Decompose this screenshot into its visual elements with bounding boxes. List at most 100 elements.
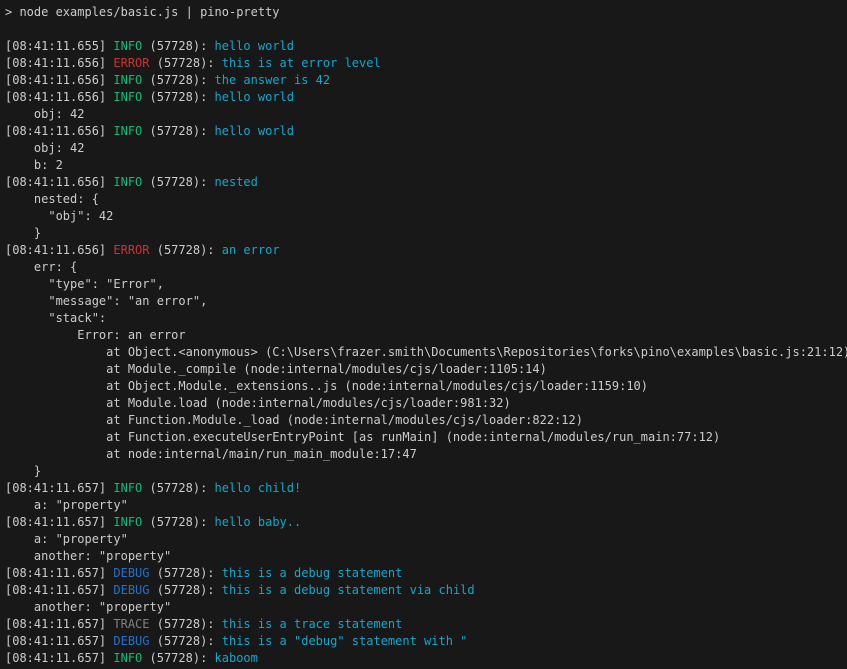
log-pid: (57728): (150, 566, 222, 580)
log-detail-line: at Module._compile (node:internal/module… (5, 361, 847, 378)
log-line: [08:41:11.656] INFO (57728): hello world (5, 89, 847, 106)
log-timestamp: [08:41:11.656] (5, 56, 113, 70)
log-detail-text: b: 2 (5, 158, 63, 172)
log-detail-line: another: "property" (5, 548, 847, 565)
log-timestamp: [08:41:11.657] (5, 634, 113, 648)
log-line: [08:41:11.657] DEBUG (57728): this is a … (5, 565, 847, 582)
log-line: [08:41:11.657] INFO (57728): hello child… (5, 480, 847, 497)
log-timestamp: [08:41:11.656] (5, 124, 113, 138)
log-message: this is a debug statement via child (222, 583, 475, 597)
log-pid: (57728): (150, 56, 222, 70)
log-message: this is a trace statement (222, 617, 403, 631)
log-detail-line: at Function.Module._load (node:internal/… (5, 412, 847, 429)
log-detail-text: obj: 42 (5, 141, 84, 155)
log-pid: (57728): (142, 39, 214, 53)
log-timestamp: [08:41:11.657] (5, 583, 113, 597)
log-line: [08:41:11.655] INFO (57728): hello world (5, 38, 847, 55)
log-detail-line: at Object.<anonymous> (C:\Users\frazer.s… (5, 344, 847, 361)
log-pid: (57728): (142, 481, 214, 495)
log-detail-line: Error: an error (5, 327, 847, 344)
log-line: [08:41:11.656] ERROR (57728): an error (5, 242, 847, 259)
log-pid: (57728): (150, 243, 222, 257)
log-detail-line: at Function.executeUserEntryPoint [as ru… (5, 429, 847, 446)
log-line: [08:41:11.657] INFO (57728): kaboom (5, 650, 847, 667)
log-message: hello baby.. (215, 515, 302, 529)
log-level: INFO (113, 651, 142, 665)
log-detail-text: "message": "an error", (5, 294, 207, 308)
log-detail-text: a: "property" (5, 498, 128, 512)
log-detail-line: } (5, 225, 847, 242)
log-detail-line: b: 2 (5, 157, 847, 174)
log-pid: (57728): (142, 651, 214, 665)
log-line: [08:41:11.656] INFO (57728): hello world (5, 123, 847, 140)
log-message: kaboom (215, 651, 258, 665)
log-detail-line: "type": "Error", (5, 276, 847, 293)
log-pid: (57728): (150, 583, 222, 597)
log-level: DEBUG (113, 566, 149, 580)
log-message: the answer is 42 (215, 73, 331, 87)
log-line: [08:41:11.657] TRACE (57728): this is a … (5, 616, 847, 633)
log-message: hello world (215, 124, 294, 138)
log-detail-text: at Object.Module._extensions..js (node:i… (5, 379, 648, 393)
log-level: INFO (113, 124, 142, 138)
log-level: DEBUG (113, 634, 149, 648)
log-line: [08:41:11.656] ERROR (57728): this is at… (5, 55, 847, 72)
log-timestamp: [08:41:11.656] (5, 73, 113, 87)
log-detail-line: } (5, 463, 847, 480)
log-detail-text: another: "property" (5, 600, 171, 614)
log-detail-line: at Object.Module._extensions..js (node:i… (5, 378, 847, 395)
log-detail-line: nested: { (5, 191, 847, 208)
log-detail-line: obj: 42 (5, 140, 847, 157)
log-message: this is a "debug" statement with " (222, 634, 468, 648)
log-line: [08:41:11.657] INFO (57728): hello baby.… (5, 514, 847, 531)
log-detail-text: } (5, 464, 41, 478)
log-detail-text: } (5, 226, 41, 240)
log-detail-line: obj: 42 (5, 106, 847, 123)
log-message: this is at error level (222, 56, 381, 70)
log-level: INFO (113, 481, 142, 495)
log-detail-line: a: "property" (5, 497, 847, 514)
log-timestamp: [08:41:11.656] (5, 175, 113, 189)
log-pid: (57728): (150, 634, 222, 648)
log-timestamp: [08:41:11.655] (5, 39, 113, 53)
log-level: INFO (113, 175, 142, 189)
log-detail-text: Error: an error (5, 328, 186, 342)
log-level: TRACE (113, 617, 149, 631)
log-timestamp: [08:41:11.657] (5, 651, 113, 665)
log-detail-line: err: { (5, 259, 847, 276)
command-line: > node examples/basic.js | pino-pretty (5, 4, 847, 21)
log-pid: (57728): (142, 515, 214, 529)
log-detail-line: a: "property" (5, 531, 847, 548)
log-level: INFO (113, 73, 142, 87)
log-pid: (57728): (150, 617, 222, 631)
log-detail-line: at Module.load (node:internal/modules/cj… (5, 395, 847, 412)
log-timestamp: [08:41:11.657] (5, 617, 113, 631)
log-line: [08:41:11.657] DEBUG (57728): this is a … (5, 582, 847, 599)
log-detail-line: "message": "an error", (5, 293, 847, 310)
log-message: hello child! (215, 481, 302, 495)
log-detail-text: at Function.Module._load (node:internal/… (5, 413, 583, 427)
log-detail-text: "type": "Error", (5, 277, 164, 291)
log-level: INFO (113, 39, 142, 53)
log-detail-text: at Module._compile (node:internal/module… (5, 362, 547, 376)
log-detail-line: another: "property" (5, 599, 847, 616)
log-detail-text: at Object.<anonymous> (C:\Users\frazer.s… (5, 345, 847, 359)
log-line: [08:41:11.657] DEBUG (57728): this is a … (5, 633, 847, 650)
log-detail-text: at Function.executeUserEntryPoint [as ru… (5, 430, 720, 444)
log-pid: (57728): (142, 73, 214, 87)
log-detail-text: nested: { (5, 192, 99, 206)
log-message: hello world (215, 39, 294, 53)
log-detail-text: at Module.load (node:internal/modules/cj… (5, 396, 511, 410)
log-timestamp: [08:41:11.656] (5, 90, 113, 104)
log-level: ERROR (113, 243, 149, 257)
log-level: INFO (113, 90, 142, 104)
log-pid: (57728): (142, 124, 214, 138)
log-detail-text: a: "property" (5, 532, 128, 546)
log-detail-text: "obj": 42 (5, 209, 113, 223)
log-message: this is a debug statement (222, 566, 403, 580)
log-level: DEBUG (113, 583, 149, 597)
log-pid: (57728): (142, 175, 214, 189)
log-detail-text: another: "property" (5, 549, 171, 563)
log-timestamp: [08:41:11.657] (5, 515, 113, 529)
terminal-output[interactable]: > node examples/basic.js | pino-pretty [… (0, 0, 847, 669)
